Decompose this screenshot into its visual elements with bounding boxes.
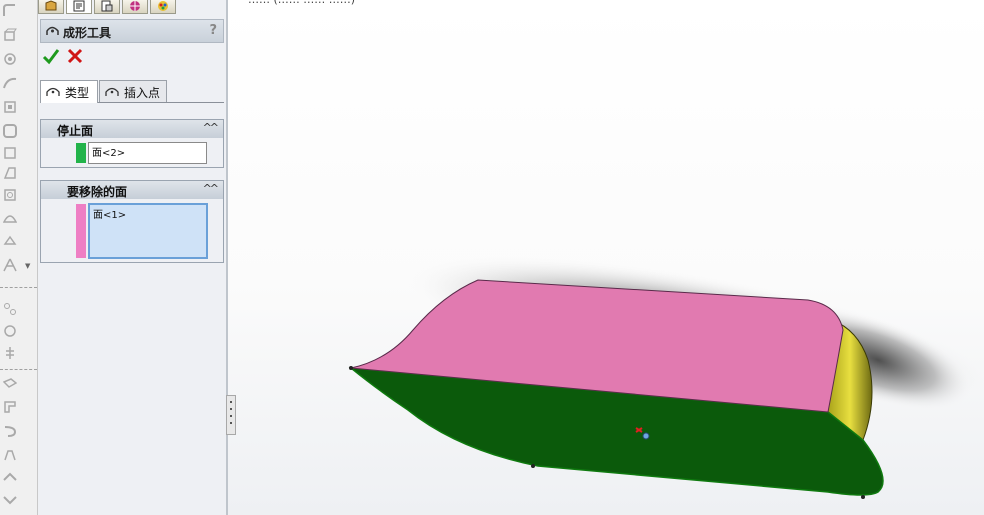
close-icon <box>67 48 83 64</box>
stop-face-color-swatch <box>76 143 86 163</box>
faces-to-remove-selection-box[interactable]: 面<1> <box>88 203 208 259</box>
display-manager-icon <box>158 1 168 11</box>
sweep-icon[interactable] <box>3 76 17 90</box>
faces-to-remove-group-header[interactable]: 要移除的面 ^^ <box>40 180 224 200</box>
fold-icon[interactable] <box>3 492 17 506</box>
collapse-icon[interactable]: ^^ <box>203 182 220 195</box>
hole-icon[interactable] <box>3 188 17 202</box>
shell-icon[interactable] <box>3 124 17 138</box>
rib-icon[interactable] <box>3 146 17 160</box>
faces-to-remove-group-label: 要移除的面 <box>67 185 128 199</box>
forming-tool-icon <box>46 85 60 99</box>
vertex-point[interactable] <box>531 464 535 468</box>
tab-insertion-point-label: 插入点 <box>124 86 161 100</box>
tab-configuration-manager[interactable] <box>94 0 120 14</box>
stop-face-group: 面<2> <box>40 138 224 168</box>
property-subtabs: 类型 插入点 <box>40 80 224 103</box>
help-button[interactable]: ? <box>209 23 217 38</box>
tab-display-manager[interactable] <box>150 0 176 14</box>
draft-icon[interactable] <box>3 166 17 180</box>
dimxpert-icon <box>130 1 140 11</box>
mirror-icon[interactable] <box>3 258 17 272</box>
pattern-icon[interactable] <box>3 302 17 316</box>
tab-type[interactable]: 类型 <box>40 80 98 103</box>
property-manager-panel: 成形工具 ? 类型 插入点 停止面 ^^ 面<2> 要移除的面 ^^ 面<1> <box>38 0 226 515</box>
forming-tool-icon <box>45 23 60 38</box>
manager-tabs <box>38 0 226 14</box>
stop-face-selection-box[interactable]: 面<2> <box>88 142 207 164</box>
forming-tool-icon <box>105 85 119 99</box>
toolbar-separator <box>0 369 37 370</box>
flange-icon[interactable] <box>3 400 17 414</box>
tab-insertion-point[interactable]: 插入点 <box>99 80 167 102</box>
faces-to-remove-color-swatch <box>76 204 86 258</box>
expand-arrow-icon[interactable]: ▼ <box>25 262 30 270</box>
unfold-icon[interactable] <box>3 470 17 484</box>
check-icon <box>42 49 60 65</box>
wrap-icon[interactable] <box>3 234 17 248</box>
ok-button[interactable] <box>42 47 60 65</box>
extrude-icon[interactable] <box>3 28 17 42</box>
vertex-point[interactable] <box>349 366 353 370</box>
tab-feature-manager[interactable] <box>38 0 64 14</box>
tab-property-manager[interactable] <box>66 0 92 14</box>
cancel-button[interactable] <box>66 47 84 65</box>
dome-icon[interactable] <box>2 210 18 224</box>
stop-face-group-label: 停止面 <box>57 124 94 138</box>
tab-type-label: 类型 <box>65 86 90 100</box>
property-manager-header: 成形工具 ? <box>40 19 224 43</box>
faces-to-remove-group: 面<1> <box>40 199 224 263</box>
faces-to-remove-item[interactable]: 面<1> <box>93 206 126 221</box>
viewport-label: …… (…… …… ……) <box>248 0 355 6</box>
model-view[interactable] <box>228 0 984 515</box>
loft-icon[interactable] <box>3 100 17 114</box>
forming-tool-icon[interactable] <box>3 448 17 462</box>
stop-face-item[interactable]: 面<2> <box>92 144 125 159</box>
property-manager-icon <box>73 0 85 12</box>
fillet-icon[interactable] <box>3 4 17 18</box>
command-toolbar: ▼ <box>0 0 38 515</box>
revolve-icon[interactable] <box>3 52 17 66</box>
tab-dimxpert[interactable] <box>122 0 148 14</box>
hem-icon[interactable] <box>3 424 17 438</box>
toolbar-separator <box>0 287 37 288</box>
graphics-viewport[interactable]: …… (…… …… ……) <box>228 0 984 515</box>
page-title: 成形工具 <box>63 26 112 40</box>
panel-collapse-grip[interactable] <box>226 395 236 435</box>
collapse-icon[interactable]: ^^ <box>203 121 220 134</box>
stop-face-group-header[interactable]: 停止面 ^^ <box>40 119 224 139</box>
vertex-point[interactable] <box>861 495 865 499</box>
sheet-metal-icon[interactable] <box>2 378 18 392</box>
configuration-manager-icon <box>101 0 113 12</box>
feature-manager-icon <box>45 0 57 11</box>
reference-geometry-icon[interactable] <box>3 346 17 360</box>
curves-icon[interactable] <box>3 324 17 338</box>
